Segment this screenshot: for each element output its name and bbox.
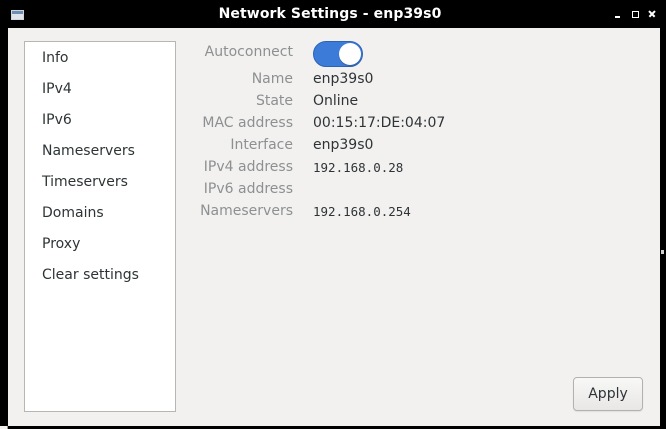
mac-address-label: MAC address (202, 115, 293, 131)
minimize-icon[interactable] (612, 8, 624, 20)
nameservers-label: Nameservers (200, 203, 293, 219)
name-label: Name (251, 71, 293, 87)
title-bar[interactable]: Network Settings - enp39s0 (0, 0, 660, 30)
apply-button[interactable]: Apply (573, 377, 643, 411)
desktop-edge (660, 250, 666, 429)
close-icon[interactable] (646, 8, 658, 20)
network-settings-dialog: Network Settings - enp39s0 Info IPv4 IPv… (0, 0, 660, 426)
ipv4-address-value: 192.168.0.28 (313, 160, 404, 175)
ipv6-address-label: IPv6 address (203, 181, 293, 197)
ipv4-address-label: IPv4 address (203, 159, 293, 175)
state-label: State (255, 93, 293, 109)
mac-address-value: 00:15:17:DE:04:07 (313, 115, 446, 131)
nameservers-value: 192.168.0.254 (313, 204, 411, 219)
sidebar-item-nameservers[interactable]: Nameservers (42, 140, 135, 162)
sidebar-item-domains[interactable]: Domains (42, 202, 104, 224)
desktop-marker (661, 250, 664, 254)
interface-value: enp39s0 (313, 137, 374, 153)
interface-label: Interface (230, 137, 293, 153)
maximize-icon[interactable] (629, 8, 641, 20)
sidebar-item-proxy[interactable]: Proxy (42, 233, 80, 255)
name-value: enp39s0 (313, 71, 374, 87)
sidebar-item-info[interactable]: Info (42, 47, 69, 69)
sidebar-item-clear-settings[interactable]: Clear settings (42, 264, 139, 286)
info-labels: Autoconnect Name State MAC address Inter… (153, 28, 293, 248)
autoconnect-toggle[interactable] (313, 41, 363, 67)
state-value: Online (313, 93, 359, 109)
dialog-content: Info IPv4 IPv6 Nameservers Timeservers D… (8, 28, 660, 426)
sidebar-item-ipv4[interactable]: IPv4 (42, 78, 72, 100)
toggle-knob (339, 43, 361, 65)
window-title: Network Settings - enp39s0 (218, 6, 442, 22)
sidebar-item-timeservers[interactable]: Timeservers (42, 171, 128, 193)
sidebar-item-ipv6[interactable]: IPv6 (42, 109, 72, 131)
autoconnect-label: Autoconnect (204, 44, 293, 60)
